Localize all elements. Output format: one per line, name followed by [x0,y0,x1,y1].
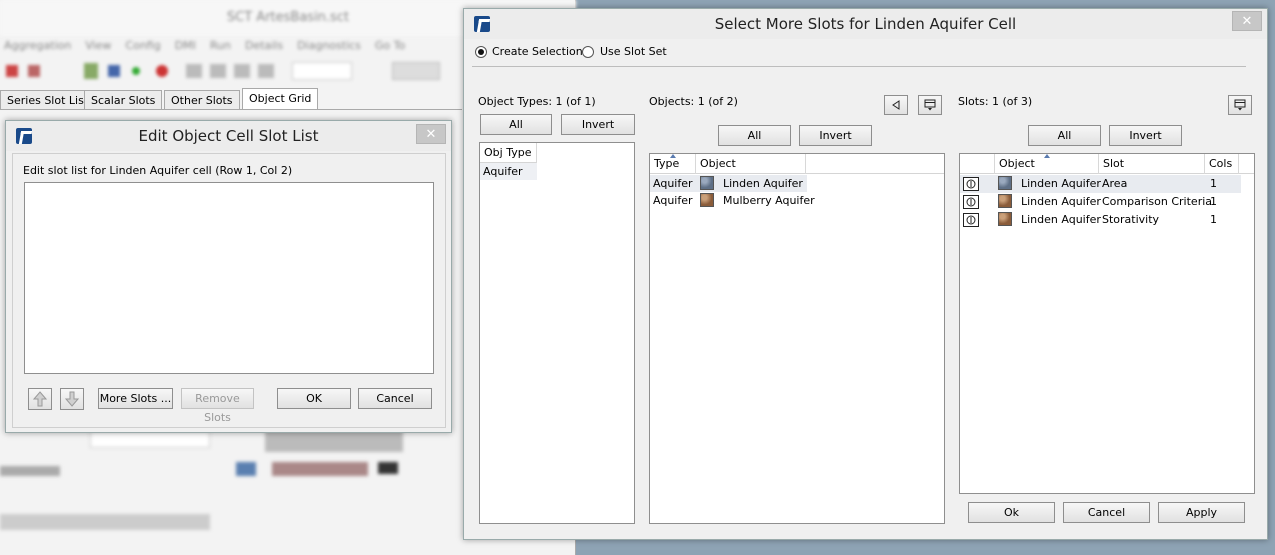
slot-list-box[interactable] [24,182,434,374]
remove-slots-button[interactable]: Remove Slots [181,388,254,424]
background-grid [0,430,462,540]
objects-left-button[interactable] [884,95,908,115]
slots-all-button[interactable]: All [1028,125,1101,146]
tab-underline [0,109,462,110]
object-row[interactable]: Aquifer Mulberry Aquifer [650,192,815,209]
objects-label: Objects: 1 (of 2) [649,95,738,108]
aquifer-brown-icon [700,193,714,207]
object-types-table[interactable]: Obj Type Aquifer [479,142,635,524]
type-column-header[interactable]: Type [650,154,696,174]
slot-row[interactable]: Linden Aquifer Area 1 [960,175,1241,193]
objects-all-button[interactable]: All [718,125,791,146]
slot-cols-cell: 1 [1210,195,1217,208]
select-dialog-title: Select More Slots for Linden Aquifer Cel… [714,15,1017,33]
object-types-invert-button[interactable]: Invert [561,114,635,135]
edit-dialog-body: Edit slot list for Linden Aquifer cell (… [12,153,446,428]
cancel-button[interactable]: Cancel [358,388,432,409]
slots-label: Slots: 1 (of 3) [958,95,1033,108]
cols-column-header[interactable]: Cols [1205,154,1239,174]
slot-object-cell: Linden Aquifer [1021,177,1101,190]
edit-dialog-title: Edit Object Cell Slot List [138,127,319,145]
slot-name-cell: Comparison Criteria [1102,195,1213,208]
aquifer-blue-icon [700,176,714,190]
slot-name-cell: Area [1102,177,1128,190]
slot-type-icon [963,177,979,191]
tab-object-grid[interactable]: Object Grid [242,88,319,110]
slot-cols-cell: 1 [1210,177,1217,190]
slots-invert-button[interactable]: Invert [1109,125,1182,146]
create-selection-label: Create Selection [492,45,583,58]
object-types-label: Object Types: 1 (of 1) [478,95,596,108]
arrow-down-icon [64,391,80,407]
objects-menu-button[interactable] [918,95,942,115]
object-column-header[interactable]: Object [696,154,806,174]
create-selection-radio[interactable] [475,46,487,58]
ok-button[interactable]: Ok [968,502,1055,523]
tab-other-slots[interactable]: Other Slots [164,90,240,110]
obj-type-row[interactable]: Aquifer [480,163,537,180]
slot-row[interactable]: Linden Aquifer Storativity 1 [960,211,1241,229]
slot-type-icon [963,213,979,227]
objects-table[interactable]: Type Object Aquifer Linden Aquifer Aquif… [649,153,945,524]
slot-type-icon [963,195,979,209]
select-more-slots-dialog: Select More Slots for Linden Aquifer Cel… [463,8,1268,540]
objects-invert-button[interactable]: Invert [799,125,872,146]
tab-series-slot-list[interactable]: Series Slot List [0,90,96,110]
edit-slot-prompt: Edit slot list for Linden Aquifer cell (… [23,164,293,177]
close-icon[interactable]: ✕ [416,124,446,144]
apply-button[interactable]: Apply [1158,502,1245,523]
cancel-button[interactable]: Cancel [1063,502,1150,523]
slot-icon-column-header [960,154,995,174]
tab-scalar-slots[interactable]: Scalar Slots [84,90,163,110]
slot-name-cell: Storativity [1102,213,1160,226]
slot-object-cell: Linden Aquifer [1021,213,1101,226]
object-types-all-button[interactable]: All [480,114,552,135]
slots-menu-button[interactable] [1228,95,1252,115]
slot-row[interactable]: Linden Aquifer Comparison Criteria 1 [960,193,1241,211]
close-icon[interactable]: ✕ [1232,11,1262,31]
obj-type-column-header[interactable]: Obj Type [480,143,537,163]
more-slots-button[interactable]: More Slots ... [98,388,173,409]
table-menu-icon [1234,99,1246,111]
ok-button[interactable]: OK [277,388,351,409]
object-type-cell: Aquifer [653,194,693,207]
object-name-cell: Linden Aquifer [723,177,803,190]
slot-object-column-header[interactable]: Object [995,154,1099,174]
triangle-left-icon [892,100,900,110]
object-types-header: Obj Type [480,143,537,163]
slot-object-cell: Linden Aquifer [1021,195,1101,208]
move-down-button[interactable] [60,388,84,410]
object-row[interactable]: Aquifer Linden Aquifer [650,175,807,192]
slot-cols-cell: 1 [1210,213,1217,226]
object-type-cell: Aquifer [653,177,693,190]
object-name-cell: Mulberry Aquifer [723,194,815,207]
slots-table[interactable]: Object Slot Cols Linden Aquifer Area 1 L… [959,153,1255,494]
slot-column-header[interactable]: Slot [1099,154,1205,174]
move-up-button[interactable] [28,388,52,410]
arrow-up-icon [32,391,48,407]
objects-header: Type Object [650,154,944,174]
edit-object-cell-dialog: Edit Object Cell Slot List ✕ Edit slot l… [5,120,452,433]
use-slot-set-label: Use Slot Set [600,45,667,58]
aquifer-brown-icon [998,212,1012,226]
use-slot-set-radio[interactable] [582,46,594,58]
aquifer-blue-icon [998,176,1012,190]
table-menu-icon [924,99,936,111]
slots-header: Object Slot Cols [960,154,1254,174]
aquifer-brown-icon [998,194,1012,208]
mode-divider [472,66,1246,67]
